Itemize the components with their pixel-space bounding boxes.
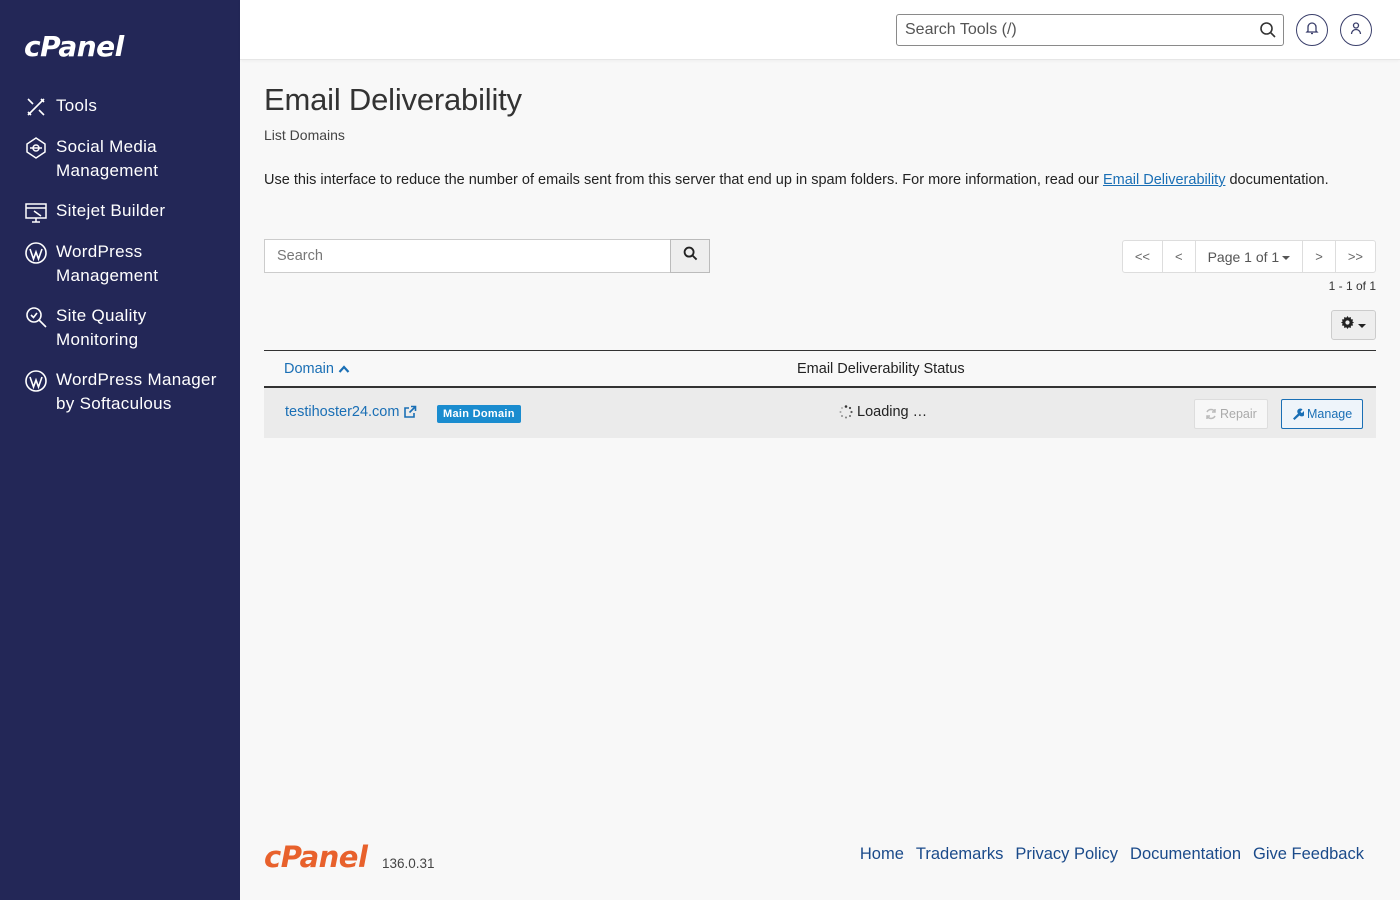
result-range: 1 - 1 of 1 — [1328, 279, 1376, 293]
table-row: testihoster24.com Main Domain Loading … … — [264, 388, 1376, 438]
footer-link-privacy-policy[interactable]: Privacy Policy — [1015, 845, 1118, 864]
next-page-button[interactable]: > — [1303, 241, 1336, 272]
sidebar-item-site-quality[interactable]: Site Quality Monitoring — [24, 304, 224, 352]
caret-down-icon — [1358, 324, 1366, 328]
search-tools-input[interactable] — [897, 15, 1237, 45]
manage-button[interactable]: Manage — [1281, 399, 1364, 429]
wordpress-icon — [24, 369, 48, 393]
wordpress-icon — [24, 241, 48, 265]
gear-icon — [1341, 316, 1354, 334]
tools-icon — [24, 95, 48, 119]
sidebar-item-sitejet[interactable]: Sitejet Builder — [24, 199, 224, 224]
cpanel-version: 136.0.31 — [382, 856, 435, 871]
cpanel-logo[interactable]: cPanel — [24, 30, 124, 63]
domain-name: testihoster24.com — [285, 404, 400, 420]
sidebar-item-wordpress[interactable]: WordPress Management — [24, 240, 224, 288]
footer-link-documentation[interactable]: Documentation — [1130, 845, 1241, 864]
page-label: Page 1 of 1 — [1207, 248, 1280, 265]
domain-search-input[interactable] — [264, 239, 671, 273]
settings-dropdown-button[interactable] — [1331, 310, 1376, 340]
main-domain-badge: Main Domain — [437, 405, 521, 423]
page-select[interactable]: Page 1 of 1 — [1196, 241, 1304, 272]
footer-cpanel-logo: cPanel — [264, 840, 368, 874]
sidebar-nav: Tools Social Media Management Sitejet Bu… — [24, 94, 224, 432]
manage-label: Manage — [1307, 407, 1353, 421]
top-bar — [240, 0, 1400, 60]
email-deliverability-doc-link[interactable]: Email Deliverability — [1103, 172, 1225, 188]
footer-link-home[interactable]: Home — [860, 845, 904, 864]
search-icon — [683, 246, 698, 266]
page-subtitle: List Domains — [264, 127, 345, 143]
search-tools — [896, 14, 1284, 46]
table-header: Domain Email Deliverability Status — [264, 350, 1376, 388]
footer-link-give-feedback[interactable]: Give Feedback — [1253, 845, 1364, 864]
list-search — [264, 239, 710, 273]
search-button[interactable] — [670, 239, 710, 273]
description-text: Use this interface to reduce the number … — [264, 172, 1103, 188]
spinner-icon — [839, 405, 853, 419]
sitejet-icon — [24, 200, 48, 224]
sidebar-item-label: Sitejet Builder — [56, 201, 166, 220]
wrench-icon — [1292, 408, 1304, 420]
status-loading: Loading … — [839, 404, 927, 420]
domain-link[interactable]: testihoster24.com — [285, 404, 417, 420]
prev-page-button[interactable]: < — [1163, 241, 1196, 272]
user-menu-button[interactable] — [1340, 14, 1372, 46]
sidebar-item-tools[interactable]: Tools — [24, 94, 224, 119]
bell-icon — [1305, 21, 1319, 40]
sidebar-item-label: WordPress Management — [56, 242, 159, 285]
sidebar-item-label: Tools — [56, 96, 98, 115]
sidebar-item-wordpress-softaculous[interactable]: WordPress Manager by Softaculous — [24, 368, 224, 416]
notifications-button[interactable] — [1296, 14, 1328, 46]
last-page-button[interactable]: >> — [1336, 241, 1375, 272]
footer-link-trademarks[interactable]: Trademarks — [916, 845, 1003, 864]
status-text: Loading … — [857, 404, 928, 420]
external-link-icon — [403, 405, 417, 419]
social-media-icon — [24, 136, 48, 160]
description-text-end: documentation. — [1225, 172, 1329, 188]
caret-down-icon — [1282, 255, 1291, 260]
site-quality-icon — [24, 305, 48, 329]
sidebar-item-label: Site Quality Monitoring — [56, 306, 147, 349]
search-icon[interactable] — [1259, 21, 1277, 39]
sidebar-item-social-media[interactable]: Social Media Management — [24, 135, 224, 183]
sidebar: cPanel Tools Social Media Management Sit… — [0, 0, 240, 900]
user-icon — [1349, 21, 1363, 40]
footer-links: Home Trademarks Privacy Policy Documenta… — [848, 845, 1364, 864]
repair-label: Repair — [1220, 407, 1257, 421]
column-label: Domain — [284, 361, 334, 377]
domains-table: Domain Email Deliverability Status testi… — [264, 350, 1376, 438]
page-title: Email Deliverability — [264, 82, 522, 117]
sidebar-item-label: WordPress Manager by Softaculous — [56, 370, 217, 413]
domain-column-header[interactable]: Domain — [284, 361, 350, 377]
repair-button[interactable]: Repair — [1194, 399, 1268, 429]
status-column-header: Email Deliverability Status — [797, 361, 965, 377]
pagination: << < Page 1 of 1 > >> — [1121, 240, 1376, 273]
sort-ascending-icon — [338, 364, 350, 374]
page-description: Use this interface to reduce the number … — [264, 172, 1329, 188]
sidebar-item-label: Social Media Management — [56, 137, 159, 180]
refresh-icon — [1205, 408, 1217, 420]
first-page-button[interactable]: << — [1123, 241, 1163, 272]
